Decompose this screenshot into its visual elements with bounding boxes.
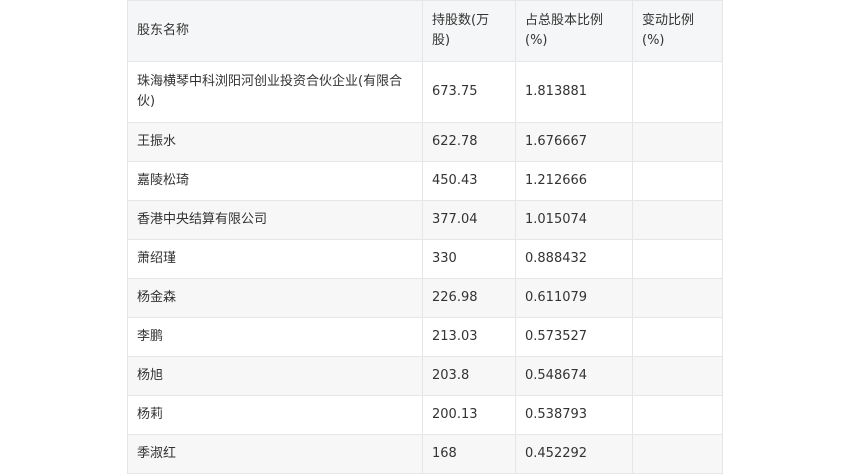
table-header: 股东名称 持股数(万股) 占总股本比例(%) 变动比例(%) — [127, 0, 723, 62]
table-row: 季淑红 168 0.452292 — [127, 434, 723, 474]
cell-change — [632, 317, 723, 357]
cell-ratio: 0.548674 — [515, 356, 633, 396]
shareholder-table-container: 股东名称 持股数(万股) 占总股本比例(%) 变动比例(%) 珠海横琴中科浏阳河… — [127, 0, 723, 474]
cell-shares: 200.13 — [422, 395, 516, 435]
header-row: 股东名称 持股数(万股) 占总股本比例(%) 变动比例(%) — [127, 0, 723, 62]
cell-name: 季淑红 — [127, 434, 423, 474]
cell-shares: 673.75 — [422, 61, 516, 123]
cell-name: 王振水 — [127, 122, 423, 162]
table-row: 王振水 622.78 1.676667 — [127, 122, 723, 162]
cell-shares: 450.43 — [422, 161, 516, 201]
cell-change — [632, 122, 723, 162]
cell-shares: 226.98 — [422, 278, 516, 318]
cell-change — [632, 434, 723, 474]
cell-change — [632, 61, 723, 123]
table-row: 萧绍瑾 330 0.888432 — [127, 239, 723, 279]
cell-ratio: 0.538793 — [515, 395, 633, 435]
cell-ratio: 1.676667 — [515, 122, 633, 162]
table-row: 杨金森 226.98 0.611079 — [127, 278, 723, 318]
header-change-ratio: 变动比例(%) — [632, 0, 723, 62]
header-share-ratio: 占总股本比例(%) — [515, 0, 633, 62]
cell-name: 杨金森 — [127, 278, 423, 318]
cell-ratio: 0.611079 — [515, 278, 633, 318]
cell-ratio: 1.212666 — [515, 161, 633, 201]
table-row: 杨莉 200.13 0.538793 — [127, 395, 723, 435]
cell-name: 珠海横琴中科浏阳河创业投资合伙企业(有限合伙) — [127, 61, 423, 123]
cell-shares: 168 — [422, 434, 516, 474]
cell-shares: 213.03 — [422, 317, 516, 357]
shareholder-table: 股东名称 持股数(万股) 占总股本比例(%) 变动比例(%) 珠海横琴中科浏阳河… — [127, 0, 723, 474]
table-body: 珠海横琴中科浏阳河创业投资合伙企业(有限合伙) 673.75 1.813881 … — [127, 61, 723, 474]
cell-shares: 377.04 — [422, 200, 516, 240]
cell-name: 嘉陵松琦 — [127, 161, 423, 201]
cell-change — [632, 200, 723, 240]
cell-change — [632, 161, 723, 201]
table-row: 嘉陵松琦 450.43 1.212666 — [127, 161, 723, 201]
cell-name: 香港中央结算有限公司 — [127, 200, 423, 240]
cell-shares: 330 — [422, 239, 516, 279]
cell-change — [632, 278, 723, 318]
header-shareholder-name: 股东名称 — [127, 0, 423, 62]
cell-ratio: 1.813881 — [515, 61, 633, 123]
header-shares: 持股数(万股) — [422, 0, 516, 62]
cell-shares: 203.8 — [422, 356, 516, 396]
cell-ratio: 0.452292 — [515, 434, 633, 474]
cell-name: 萧绍瑾 — [127, 239, 423, 279]
cell-name: 杨莉 — [127, 395, 423, 435]
table-row: 珠海横琴中科浏阳河创业投资合伙企业(有限合伙) 673.75 1.813881 — [127, 61, 723, 123]
table-row: 杨旭 203.8 0.548674 — [127, 356, 723, 396]
cell-name: 李鹏 — [127, 317, 423, 357]
table-row: 香港中央结算有限公司 377.04 1.015074 — [127, 200, 723, 240]
cell-ratio: 0.888432 — [515, 239, 633, 279]
cell-shares: 622.78 — [422, 122, 516, 162]
cell-name: 杨旭 — [127, 356, 423, 396]
cell-ratio: 0.573527 — [515, 317, 633, 357]
table-row: 李鹏 213.03 0.573527 — [127, 317, 723, 357]
cell-change — [632, 356, 723, 396]
cell-change — [632, 239, 723, 279]
cell-ratio: 1.015074 — [515, 200, 633, 240]
cell-change — [632, 395, 723, 435]
